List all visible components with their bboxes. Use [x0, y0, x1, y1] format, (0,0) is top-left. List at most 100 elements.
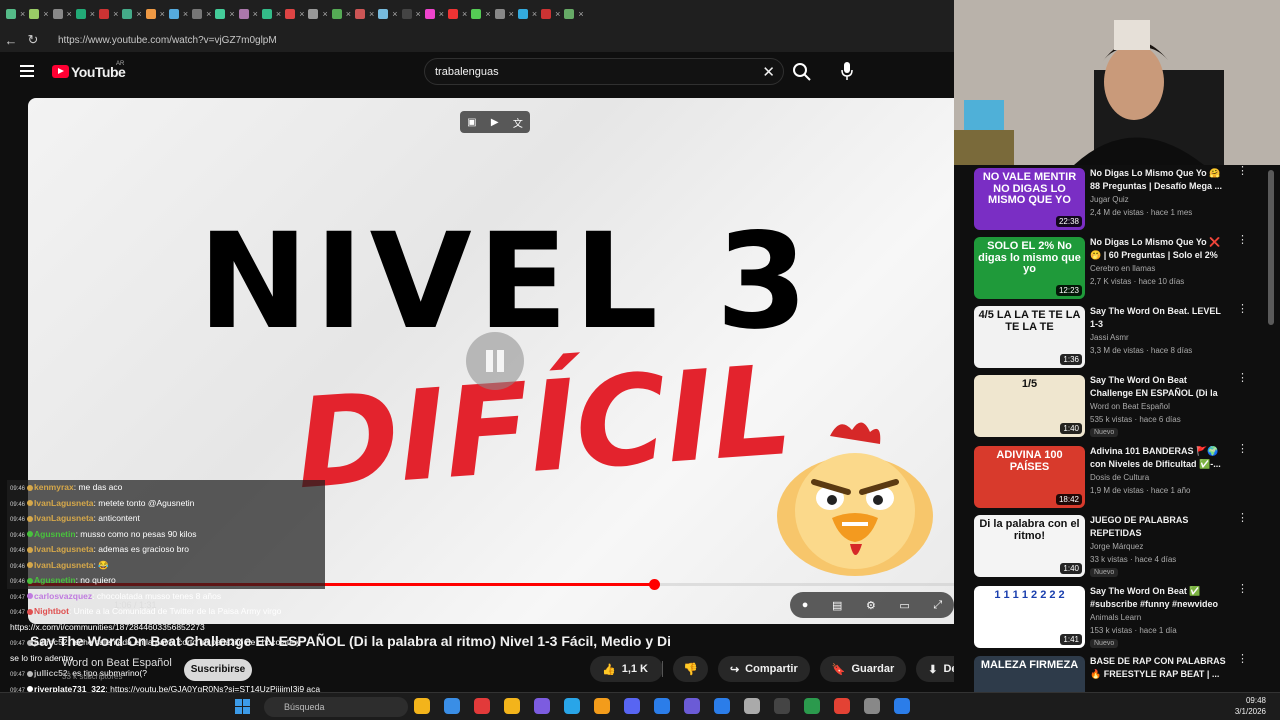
- recommended-channel-name[interactable]: Jassi Asmr: [1090, 333, 1129, 342]
- back-button[interactable]: ←: [0, 33, 22, 48]
- taskbar-app-icon[interactable]: [834, 698, 850, 714]
- browser-tab-favicon[interactable]: [192, 9, 203, 19]
- translate-icon[interactable]: 文: [513, 115, 523, 130]
- taskbar-app-icon[interactable]: [774, 698, 790, 714]
- close-tab-icon[interactable]: ×: [416, 9, 421, 19]
- close-tab-icon[interactable]: ×: [299, 9, 304, 19]
- taskbar-app-icon[interactable]: [894, 698, 910, 714]
- close-tab-icon[interactable]: ×: [183, 9, 188, 19]
- recommended-video-card[interactable]: 4/5 LA LA TE TE LA TE LA TE 1:36 Say The W…: [974, 303, 1274, 368]
- video-thumbnail[interactable]: Di la palabra con el ritmo! 1:40: [974, 515, 1085, 577]
- close-tab-icon[interactable]: ×: [578, 9, 583, 19]
- taskbar-app-icon[interactable]: [594, 698, 610, 714]
- recommended-video-title[interactable]: No Digas Lo Mismo Que Yo 🤗 88 Preguntas …: [1090, 167, 1226, 193]
- close-tab-icon[interactable]: ×: [67, 9, 72, 19]
- taskbar-app-icon[interactable]: [564, 698, 580, 714]
- search-input[interactable]: trabalenguas ✕: [424, 58, 784, 85]
- video-thumbnail[interactable]: NO VALE MENTIR NO DIGAS LO MISMO QUE YO 2…: [974, 168, 1085, 230]
- close-tab-icon[interactable]: ×: [392, 9, 397, 19]
- clear-search-icon[interactable]: ✕: [762, 63, 775, 81]
- browser-tab-favicon[interactable]: [75, 9, 86, 19]
- video-thumbnail[interactable]: 1 1 1 1 2 2 2 2 1:41: [974, 586, 1085, 648]
- recommended-video-card[interactable]: NO VALE MENTIR NO DIGAS LO MISMO QUE YO 2…: [974, 165, 1274, 230]
- browser-tab-favicon[interactable]: [541, 9, 552, 19]
- browser-tab-favicon[interactable]: [238, 9, 249, 19]
- browser-tab-favicon[interactable]: [354, 9, 365, 19]
- close-tab-icon[interactable]: ×: [462, 9, 467, 19]
- close-tab-icon[interactable]: ×: [369, 9, 374, 19]
- pause-icon[interactable]: [466, 332, 524, 390]
- browser-tab-favicon[interactable]: [564, 9, 575, 19]
- close-tab-icon[interactable]: ×: [555, 9, 560, 19]
- close-tab-icon[interactable]: ×: [113, 9, 118, 19]
- search-icon[interactable]: [790, 60, 814, 84]
- close-tab-icon[interactable]: ×: [253, 9, 258, 19]
- browser-tab-favicon[interactable]: [6, 9, 16, 19]
- more-options-icon[interactable]: ⋮: [1237, 373, 1248, 384]
- system-clock[interactable]: 09:48 3/1/2026: [1222, 695, 1266, 717]
- save-button[interactable]: 🔖 Guardar: [819, 656, 907, 682]
- close-tab-icon[interactable]: ×: [276, 9, 281, 19]
- close-tab-icon[interactable]: ×: [206, 9, 211, 19]
- browser-tab-favicon[interactable]: [401, 9, 412, 19]
- close-tab-icon[interactable]: ×: [439, 9, 444, 19]
- close-tab-icon[interactable]: ×: [136, 9, 141, 19]
- url-field[interactable]: https://www.youtube.com/watch?v=vjGZ7m0g…: [58, 35, 277, 46]
- close-tab-icon[interactable]: ×: [229, 9, 234, 19]
- video-thumbnail[interactable]: MALEZA FIRMEZA: [974, 656, 1085, 692]
- recommended-video-card[interactable]: SOLO EL 2% No digas lo mismo que yo 12:23…: [974, 234, 1274, 299]
- more-options-icon[interactable]: ⋮: [1237, 166, 1248, 177]
- fullscreen-icon[interactable]: ⤢: [933, 599, 942, 612]
- close-tab-icon[interactable]: ×: [322, 9, 327, 19]
- taskbar-app-icon[interactable]: [744, 698, 760, 714]
- browser-tab-favicon[interactable]: [52, 9, 63, 19]
- recommended-channel-name[interactable]: Word on Beat Español: [1090, 402, 1170, 411]
- reload-button[interactable]: ↻: [22, 32, 44, 48]
- taskbar-app-icon[interactable]: [864, 698, 880, 714]
- recommended-channel-name[interactable]: Jorge Márquez: [1090, 542, 1143, 551]
- close-tab-icon[interactable]: ×: [509, 9, 514, 19]
- microphone-icon[interactable]: [840, 60, 854, 82]
- close-tab-icon[interactable]: ×: [346, 9, 351, 19]
- video-thumbnail[interactable]: SOLO EL 2% No digas lo mismo que yo 12:23: [974, 237, 1085, 299]
- browser-tab-favicon[interactable]: [331, 9, 342, 19]
- recommended-video-card[interactable]: 1/5 1:40 Say The Word On Beat Challenge EN…: [974, 372, 1274, 437]
- close-tab-icon[interactable]: ×: [20, 9, 25, 19]
- recommended-video-title[interactable]: Say The Word On Beat ✅ #subscribe #funny…: [1090, 585, 1226, 611]
- subtitles-icon[interactable]: ▤: [832, 599, 842, 612]
- taskbar-app-icon[interactable]: [444, 698, 460, 714]
- more-options-icon[interactable]: ⋮: [1237, 235, 1248, 246]
- recommended-video-title[interactable]: Adivina 101 BANDERAS 🚩🌍 con Niveles de D…: [1090, 445, 1226, 471]
- windows-start-icon[interactable]: [235, 699, 250, 714]
- taskbar-app-icon[interactable]: [474, 698, 490, 714]
- recommended-video-title[interactable]: Say The Word On Beat. LEVEL 1-3: [1090, 305, 1226, 331]
- close-tab-icon[interactable]: ×: [90, 9, 95, 19]
- browser-tab-favicon[interactable]: [168, 9, 179, 19]
- recommended-video-title[interactable]: Say The Word On Beat Challenge EN ESPAÑO…: [1090, 374, 1226, 400]
- share-button[interactable]: ↪ Compartir: [717, 656, 810, 682]
- more-options-icon[interactable]: ⋮: [1237, 513, 1248, 524]
- recommended-video-card[interactable]: Di la palabra con el ritmo! 1:40 JUEGO DE …: [974, 512, 1274, 577]
- browser-tab-favicon[interactable]: [215, 9, 226, 19]
- taskbar-app-icon[interactable]: [414, 698, 430, 714]
- subscribe-button[interactable]: Suscribirse: [184, 659, 252, 681]
- recommended-video-title[interactable]: BASE DE RAP CON PALABRAS 🔥 FREESTYLE RAP…: [1090, 655, 1226, 681]
- settings-gear-icon[interactable]: ⚙: [866, 599, 876, 612]
- recommended-video-card[interactable]: ADIVINA 100 PAÍSES 18:42 Adivina 101 BANDE…: [974, 443, 1274, 508]
- video-thumbnail[interactable]: 4/5 LA LA TE TE LA TE LA TE 1:36: [974, 306, 1085, 368]
- recommended-channel-name[interactable]: Cerebro en llamas: [1090, 264, 1155, 273]
- theater-mode-icon[interactable]: ▭: [899, 599, 909, 612]
- browser-tab-favicon[interactable]: [145, 9, 156, 19]
- browser-tab-favicon[interactable]: [122, 9, 133, 19]
- channel-name[interactable]: Word on Beat Español: [62, 657, 172, 669]
- sidebar-scrollbar[interactable]: [1268, 170, 1274, 325]
- taskbar-app-icon[interactable]: [714, 698, 730, 714]
- recommended-video-title[interactable]: No Digas Lo Mismo Que Yo ❌ 🤭 | 60 Pregun…: [1090, 236, 1226, 262]
- recommended-video-card[interactable]: 1 1 1 1 2 2 2 2 1:41 Say The Word On Beat …: [974, 583, 1274, 648]
- autoplay-toggle-icon[interactable]: ●: [802, 599, 809, 611]
- taskbar-app-icon[interactable]: [534, 698, 550, 714]
- browser-tab-favicon[interactable]: [285, 9, 296, 19]
- browser-tab-favicon[interactable]: [308, 9, 319, 19]
- video-thumbnail[interactable]: ADIVINA 100 PAÍSES 18:42: [974, 446, 1085, 508]
- close-tab-icon[interactable]: ×: [485, 9, 490, 19]
